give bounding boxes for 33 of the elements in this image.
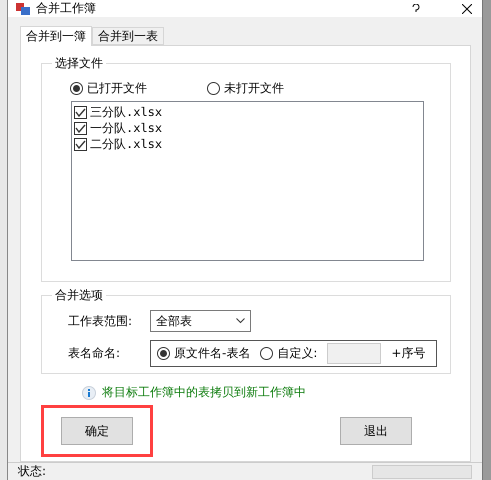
range-dropdown[interactable]: 全部表 bbox=[150, 310, 251, 332]
naming-radio[interactable]: 原文件名-表名 bbox=[157, 345, 250, 362]
file-name[interactable]: 一分队.xlsx bbox=[90, 120, 162, 136]
file-name[interactable]: 三分队.xlsx bbox=[90, 104, 162, 120]
tab[interactable]: 合并到一簿 bbox=[20, 26, 92, 46]
range-label: 工作表范围: bbox=[68, 312, 134, 330]
custom-name-field[interactable] bbox=[327, 343, 382, 364]
file-name[interactable]: 二分队.xlsx bbox=[90, 136, 162, 152]
radio-icon[interactable] bbox=[157, 347, 170, 360]
radio-icon[interactable] bbox=[70, 82, 83, 95]
help-icon[interactable] bbox=[412, 4, 420, 14]
tab[interactable]: 合并到一表 bbox=[92, 27, 164, 45]
app-icon bbox=[16, 2, 30, 14]
checkbox[interactable] bbox=[74, 106, 87, 118]
info-icon bbox=[82, 386, 96, 400]
close-icon[interactable] bbox=[462, 4, 472, 14]
source-radio[interactable]: 未打开文件 bbox=[207, 80, 284, 97]
naming-label: 表名命名: bbox=[68, 345, 122, 362]
source-radio[interactable]: 已打开文件 bbox=[70, 80, 147, 97]
naming-radio[interactable]: 自定义: bbox=[260, 345, 318, 362]
group-title: 合并选项 bbox=[54, 287, 104, 304]
info-text: 将目标工作簿中的表拷贝到新工作簿中 bbox=[102, 384, 306, 401]
caret-icon bbox=[236, 318, 245, 324]
window-title: 合并工作簿 bbox=[36, 0, 97, 17]
radio-icon[interactable] bbox=[207, 82, 220, 95]
dialog-button[interactable]: 退出 bbox=[340, 417, 412, 445]
checkbox[interactable] bbox=[74, 122, 87, 134]
radio-icon[interactable] bbox=[260, 347, 274, 360]
dialog-button[interactable]: 确定 bbox=[61, 417, 133, 445]
status-label: 状态: bbox=[18, 463, 46, 480]
suffix-label: +序号 bbox=[391, 345, 426, 362]
checkbox[interactable] bbox=[74, 138, 87, 150]
group-title: 选择文件 bbox=[54, 55, 104, 72]
